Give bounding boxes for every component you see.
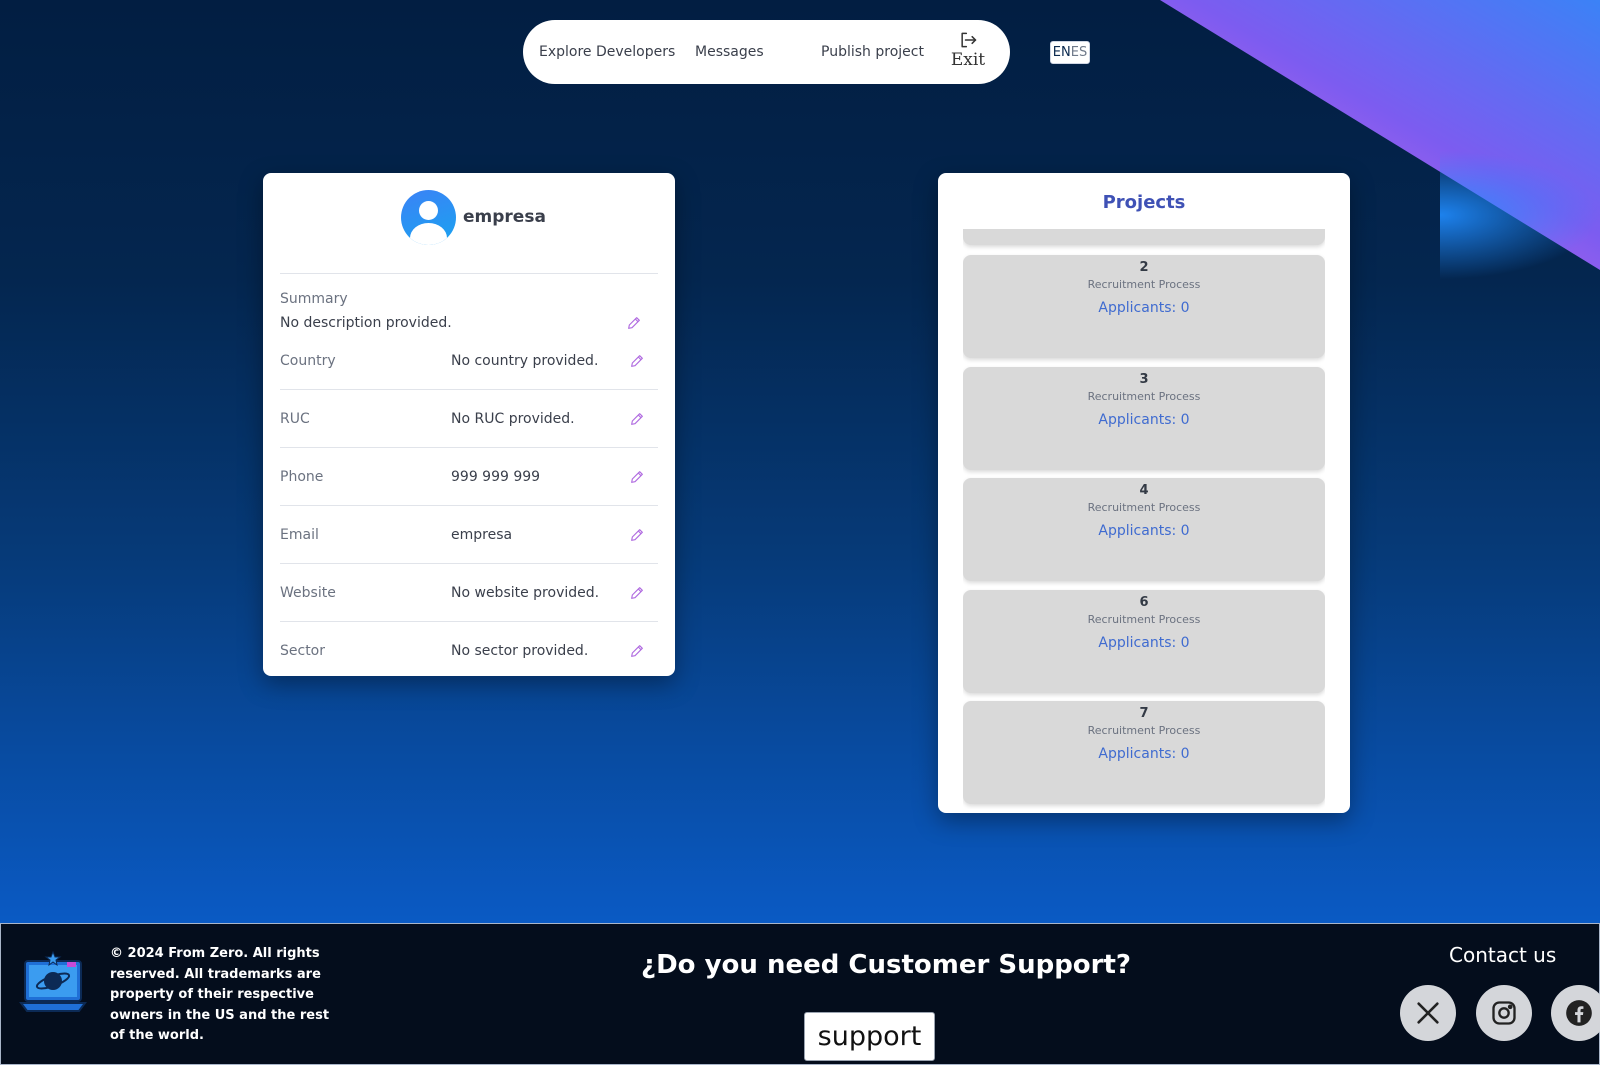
facebook-icon	[1566, 1000, 1592, 1026]
support-question: ¿Do you need Customer Support?	[641, 950, 1132, 980]
ruc-value: No RUC provided.	[451, 411, 575, 427]
contact-us-heading: Contact us	[1449, 943, 1557, 967]
country-label: Country	[280, 353, 336, 369]
project-item[interactable]: 3 Recruitment Process Applicants: 0	[963, 367, 1325, 470]
email-label: Email	[280, 527, 319, 543]
phone-value: 999 999 999	[451, 469, 541, 485]
edit-website-pencil-icon[interactable]	[629, 585, 645, 601]
project-process: Recruitment Process	[1087, 613, 1201, 626]
lang-en[interactable]: EN	[1053, 45, 1071, 60]
support-button[interactable]: support	[804, 1012, 935, 1061]
facebook-social-button[interactable]	[1551, 985, 1600, 1041]
project-item[interactable]: 6 Recruitment Process Applicants: 0	[963, 590, 1325, 693]
phone-label: Phone	[280, 469, 324, 485]
top-navbar: Explore Developers Messages Publish proj…	[523, 20, 1010, 84]
sector-label: Sector	[280, 643, 326, 659]
summary-label: Summary	[280, 291, 348, 307]
ruc-label: RUC	[280, 411, 310, 427]
project-name: 7	[1139, 706, 1149, 721]
nav-publish-project[interactable]: Publish project	[821, 20, 924, 84]
project-item[interactable]: 2 Recruitment Process Applicants: 0	[963, 255, 1325, 358]
project-process: Recruitment Process	[1087, 278, 1201, 291]
sector-value: No sector provided.	[451, 643, 589, 659]
projects-list[interactable]: 2 Recruitment Process Applicants: 0 3 Re…	[963, 229, 1325, 809]
project-name: 6	[1139, 595, 1149, 610]
divider	[280, 563, 658, 564]
nav-messages[interactable]: Messages	[695, 20, 764, 84]
website-label: Website	[280, 585, 336, 601]
instagram-icon	[1492, 1001, 1516, 1025]
exit-label: Exit	[950, 50, 986, 70]
project-item[interactable]: 7 Recruitment Process Applicants: 0	[963, 701, 1325, 804]
lang-es[interactable]: ES	[1071, 45, 1087, 60]
exit-button[interactable]: Exit	[948, 30, 988, 70]
project-item[interactable]: 4 Recruitment Process Applicants: 0	[963, 478, 1325, 581]
project-process: Recruitment Process	[1087, 724, 1201, 737]
x-social-button[interactable]	[1400, 985, 1456, 1041]
email-value: empresa	[451, 527, 513, 543]
website-value: No website provided.	[451, 585, 600, 601]
profile-card: empresa Summary No description provided.…	[263, 173, 675, 676]
project-name: 4	[1139, 483, 1149, 498]
from-zero-logo-icon	[19, 951, 87, 1012]
edit-summary-pencil-icon[interactable]	[626, 315, 642, 331]
edit-sector-pencil-icon[interactable]	[629, 643, 645, 659]
project-process: Recruitment Process	[1087, 501, 1201, 514]
divider	[280, 505, 658, 506]
edit-ruc-pencil-icon[interactable]	[629, 411, 645, 427]
project-applicants[interactable]: Applicants: 0	[963, 412, 1325, 428]
logout-icon	[961, 32, 977, 48]
decorative-glow	[1440, 150, 1600, 280]
project-item-partial[interactable]	[963, 229, 1325, 245]
instagram-social-button[interactable]	[1476, 985, 1532, 1041]
project-process: Recruitment Process	[1087, 390, 1201, 403]
language-switcher[interactable]: ENES	[1050, 41, 1090, 64]
divider	[280, 389, 658, 390]
divider	[280, 447, 658, 448]
divider	[280, 621, 658, 622]
projects-title: Projects	[1102, 192, 1186, 213]
project-name: 2	[1139, 260, 1149, 275]
copyright-text: © 2024 From Zero. All rights reserved. A…	[110, 946, 330, 1043]
country-value: No country provided.	[451, 353, 599, 369]
project-applicants[interactable]: Applicants: 0	[963, 746, 1325, 762]
project-applicants[interactable]: Applicants: 0	[963, 523, 1325, 539]
footer: © 2024 From Zero. All rights reserved. A…	[0, 923, 1600, 1065]
main-background: Explore Developers Messages Publish proj…	[0, 0, 1600, 923]
project-applicants[interactable]: Applicants: 0	[963, 300, 1325, 316]
divider	[280, 273, 658, 274]
project-name: 3	[1139, 372, 1149, 387]
summary-value: No description provided.	[280, 315, 452, 331]
profile-username: empresa	[463, 207, 546, 227]
projects-card: Projects 2 Recruitment Process Applicant…	[938, 173, 1350, 813]
edit-email-pencil-icon[interactable]	[629, 527, 645, 543]
avatar	[401, 190, 456, 245]
edit-country-pencil-icon[interactable]	[629, 353, 645, 369]
x-icon	[1417, 1002, 1439, 1024]
edit-phone-pencil-icon[interactable]	[629, 469, 645, 485]
project-applicants[interactable]: Applicants: 0	[963, 635, 1325, 651]
nav-explore-developers[interactable]: Explore Developers	[539, 20, 675, 84]
